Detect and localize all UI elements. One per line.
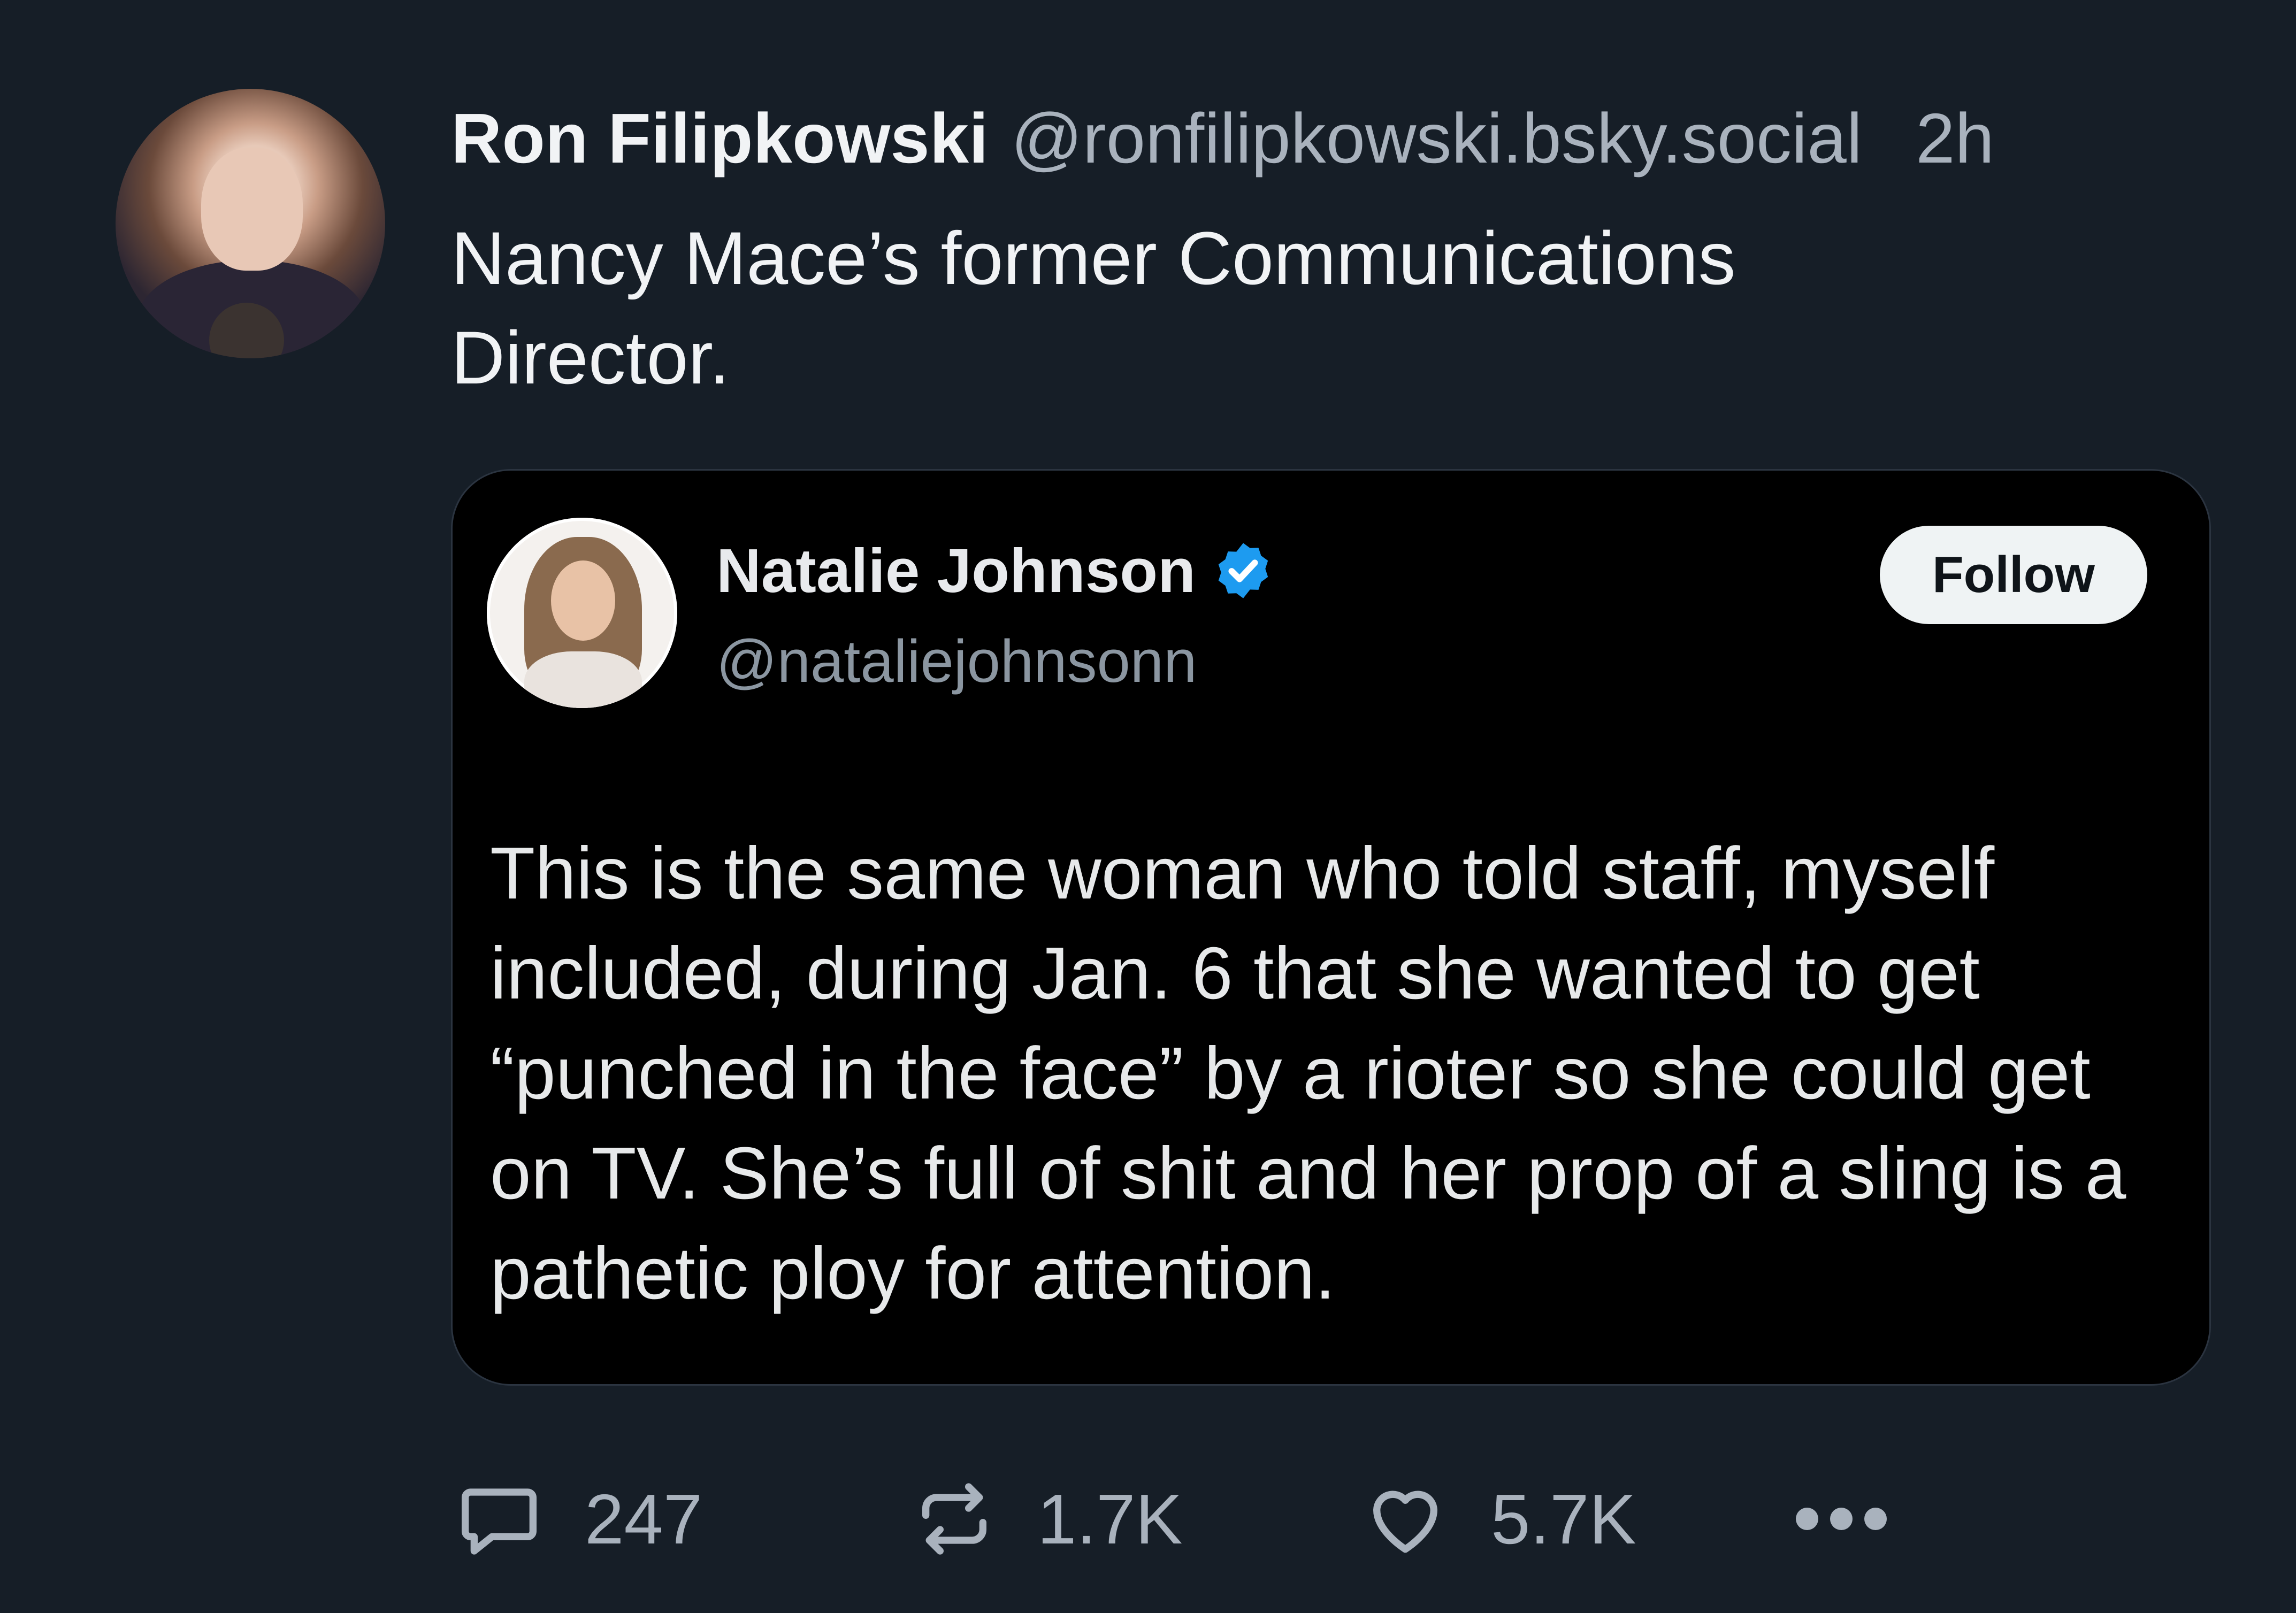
post-actions-bar: 247 1.7K 5.7K — [451, 1476, 2216, 1562]
post-text: Nancy Mace’s former Communications Direc… — [451, 209, 2216, 408]
like-button[interactable]: 5.7K — [1357, 1476, 1636, 1562]
heart-icon — [1373, 1491, 1437, 1553]
author-handle[interactable]: @ronfilipkowski.bsky.social — [1011, 98, 1862, 179]
avatar-face — [551, 560, 615, 641]
quoted-author-name-row: Natalie Johnson — [716, 535, 1275, 606]
quoted-text-line: pathetic ploy for attention. — [490, 1232, 1336, 1315]
repost-icon — [922, 1483, 986, 1555]
post-timestamp[interactable]: 2h — [1916, 98, 1994, 179]
more-options-icon — [1796, 1508, 1818, 1530]
quoted-author-handle[interactable]: @nataliejohnsonn — [716, 627, 1197, 696]
quoted-text-line: on TV. She’s full of shit and her prop o… — [490, 1132, 2126, 1215]
post-header: Ron Filipkowski @ronfilipkowski.bsky.soc… — [451, 99, 1994, 178]
repost-button[interactable]: 1.7K — [909, 1476, 1183, 1562]
quoted-text-line: “punched in the face” by a rioter so she… — [490, 1032, 2091, 1115]
reply-button[interactable]: 247 — [451, 1476, 702, 1562]
reply-icon — [462, 1488, 537, 1555]
more-options-icon-dot — [1864, 1508, 1887, 1530]
quoted-post-text: This is the same woman who told staff, m… — [490, 824, 2191, 1324]
avatar-top — [524, 651, 642, 708]
avatar-head — [201, 148, 303, 271]
quoted-text-line: included, during Jan. 6 that she wanted … — [490, 932, 1980, 1015]
quoted-author-name[interactable]: Natalie Johnson — [716, 535, 1196, 606]
quoted-author-avatar[interactable] — [487, 518, 677, 708]
quoted-post-card[interactable]: Natalie Johnson @nataliejohnsonn Follow … — [451, 469, 2211, 1386]
reply-count: 247 — [585, 1479, 703, 1558]
bluesky-post: Ron Filipkowski @ronfilipkowski.bsky.soc… — [0, 0, 2296, 1613]
quoted-text-line: This is the same woman who told staff, m… — [490, 832, 1995, 915]
repost-count: 1.7K — [1037, 1479, 1183, 1558]
author-avatar[interactable] — [116, 89, 385, 358]
like-count: 5.7K — [1491, 1479, 1636, 1558]
post-text-line: Nancy Mace’s former Communications — [451, 216, 1736, 300]
follow-button[interactable]: Follow — [1880, 526, 2147, 624]
author-name[interactable]: Ron Filipkowski — [451, 98, 989, 179]
more-options-icon-dot — [1830, 1508, 1853, 1530]
more-options-button[interactable] — [1796, 1476, 1899, 1562]
post-text-line: Director. — [451, 316, 730, 400]
verified-badge-icon — [1218, 543, 1268, 598]
